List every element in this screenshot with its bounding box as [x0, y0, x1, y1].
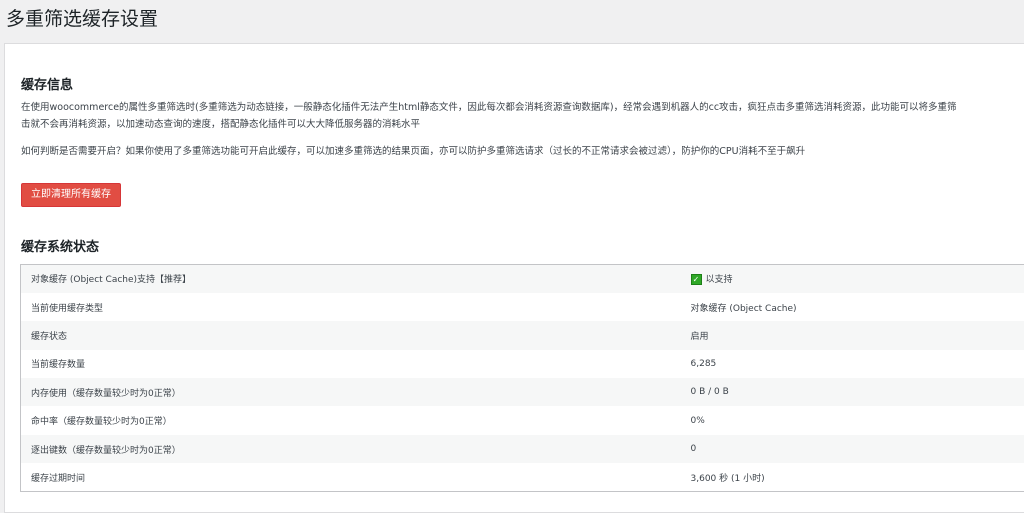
description-when-to-enable: 如何判断是否需要开启？如果你使用了多重筛选功能可开启此缓存，可以加速多重筛选的结… — [21, 143, 805, 160]
row-value-text: 以支持 — [706, 275, 733, 285]
row-label: 当前缓存数量 — [21, 350, 691, 378]
row-value: ✓ 以支持 — [691, 265, 1024, 293]
row-label: 逐出键数（缓存数量较少时为0正常） — [21, 435, 691, 463]
check-icon: ✓ — [691, 274, 702, 285]
table-row: 内存使用（缓存数量较少时为0正常）0 B / 0 B — [21, 378, 1024, 406]
table-row: 命中率（缓存数量较少时为0正常）0% — [21, 406, 1024, 434]
row-value: 启用 — [691, 321, 1024, 349]
description-line-2: 击就不会再消耗资源，以加速动态查询的速度，搭配静态化插件可以大大降低服务器的消耗… — [21, 116, 420, 133]
row-value: 0% — [691, 406, 1024, 434]
row-value-text: 0 B / 0 B — [691, 387, 729, 397]
row-value: 对象缓存 (Object Cache) — [691, 293, 1024, 321]
row-label: 命中率（缓存数量较少时为0正常） — [21, 406, 691, 434]
row-value: 0 — [691, 435, 1024, 463]
table-row: 当前缓存数量6,285 — [21, 350, 1024, 378]
row-label: 缓存过期时间 — [21, 463, 691, 491]
row-value: 0 B / 0 B — [691, 378, 1024, 406]
table-row: 当前使用缓存类型对象缓存 (Object Cache) — [21, 293, 1024, 321]
description-line-1: 在使用woocommerce的属性多重筛选时(多重筛选为动态链接，一般静态化插件… — [21, 99, 957, 116]
cache-status-table: 对象缓存 (Object Cache)支持【推荐】✓ 以支持当前使用缓存类型对象缓… — [20, 264, 1024, 492]
row-value: 6,285 — [691, 350, 1024, 378]
row-value-text: 0% — [691, 416, 705, 426]
row-value-text: 3,600 秒 (1 小时) — [691, 474, 765, 484]
row-label: 缓存状态 — [21, 321, 691, 349]
table-row: 缓存状态启用 — [21, 321, 1024, 349]
row-label: 当前使用缓存类型 — [21, 293, 691, 321]
table-row: 缓存过期时间3,600 秒 (1 小时) — [21, 463, 1024, 491]
cache-status-heading: 缓存系统状态 — [21, 236, 99, 255]
row-value-text: 6,285 — [691, 359, 717, 369]
clear-all-cache-button[interactable]: 立即清理所有缓存 — [21, 183, 121, 207]
cache-info-heading: 缓存信息 — [21, 74, 73, 93]
settings-card: 缓存信息 在使用woocommerce的属性多重筛选时(多重筛选为动态链接，一般… — [4, 43, 1024, 513]
table-row: 逐出键数（缓存数量较少时为0正常）0 — [21, 435, 1024, 463]
row-label: 对象缓存 (Object Cache)支持【推荐】 — [21, 265, 691, 293]
page-title: 多重筛选缓存设置 — [6, 4, 158, 31]
row-value: 3,600 秒 (1 小时) — [691, 463, 1024, 491]
row-label: 内存使用（缓存数量较少时为0正常） — [21, 378, 691, 406]
row-value-text: 启用 — [691, 332, 709, 342]
row-value-text: 对象缓存 (Object Cache) — [691, 304, 797, 314]
row-value-text: 0 — [691, 444, 697, 454]
table-row: 对象缓存 (Object Cache)支持【推荐】✓ 以支持 — [21, 265, 1024, 293]
